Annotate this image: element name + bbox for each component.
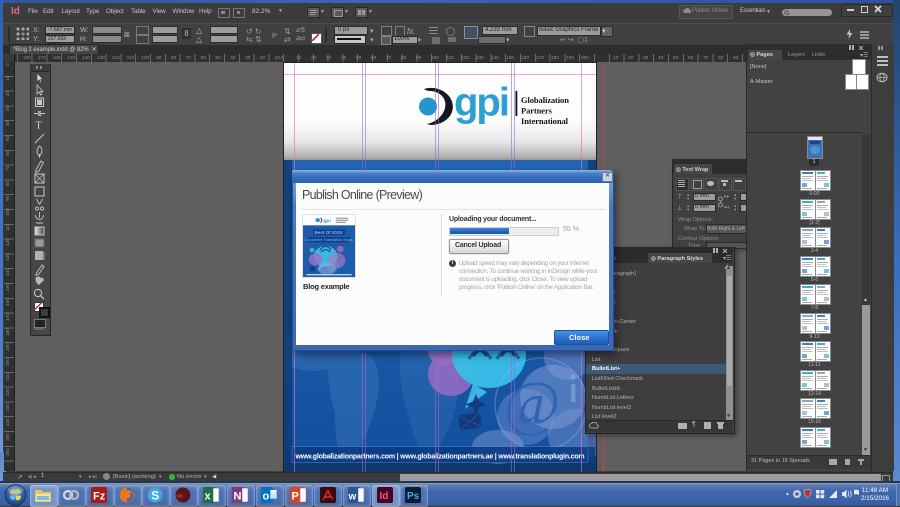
svg-text:Document Translation Blogs: Document Translation Blogs <box>305 238 353 242</box>
svg-text:Best Of 2015:: Best Of 2015: <box>315 230 344 235</box>
svg-text:P: P <box>292 491 299 503</box>
svg-text:Fz: Fz <box>93 491 106 503</box>
svg-text:International: International <box>521 116 569 126</box>
svg-text:T: T <box>36 121 42 132</box>
svg-text:gpi: gpi <box>323 218 331 224</box>
svg-text:w: w <box>348 492 357 503</box>
svg-text:S: S <box>151 489 159 503</box>
svg-text:Partners: Partners <box>521 106 553 116</box>
svg-text:∞: ∞ <box>177 491 184 501</box>
svg-text:www.globalizationpartners.com: www.globalizationpartners.com | www.glob… <box>295 454 585 461</box>
svg-text:@: @ <box>328 259 339 272</box>
svg-text:Id: Id <box>380 491 389 502</box>
svg-text:N: N <box>234 491 242 503</box>
svg-text:Globalization: Globalization <box>521 95 569 105</box>
svg-text:o: o <box>263 491 270 503</box>
svg-text:@: @ <box>503 370 560 438</box>
svg-text:Ps: Ps <box>407 491 420 502</box>
svg-text:x: x <box>205 491 212 503</box>
svg-text:gpi: gpi <box>454 81 508 125</box>
